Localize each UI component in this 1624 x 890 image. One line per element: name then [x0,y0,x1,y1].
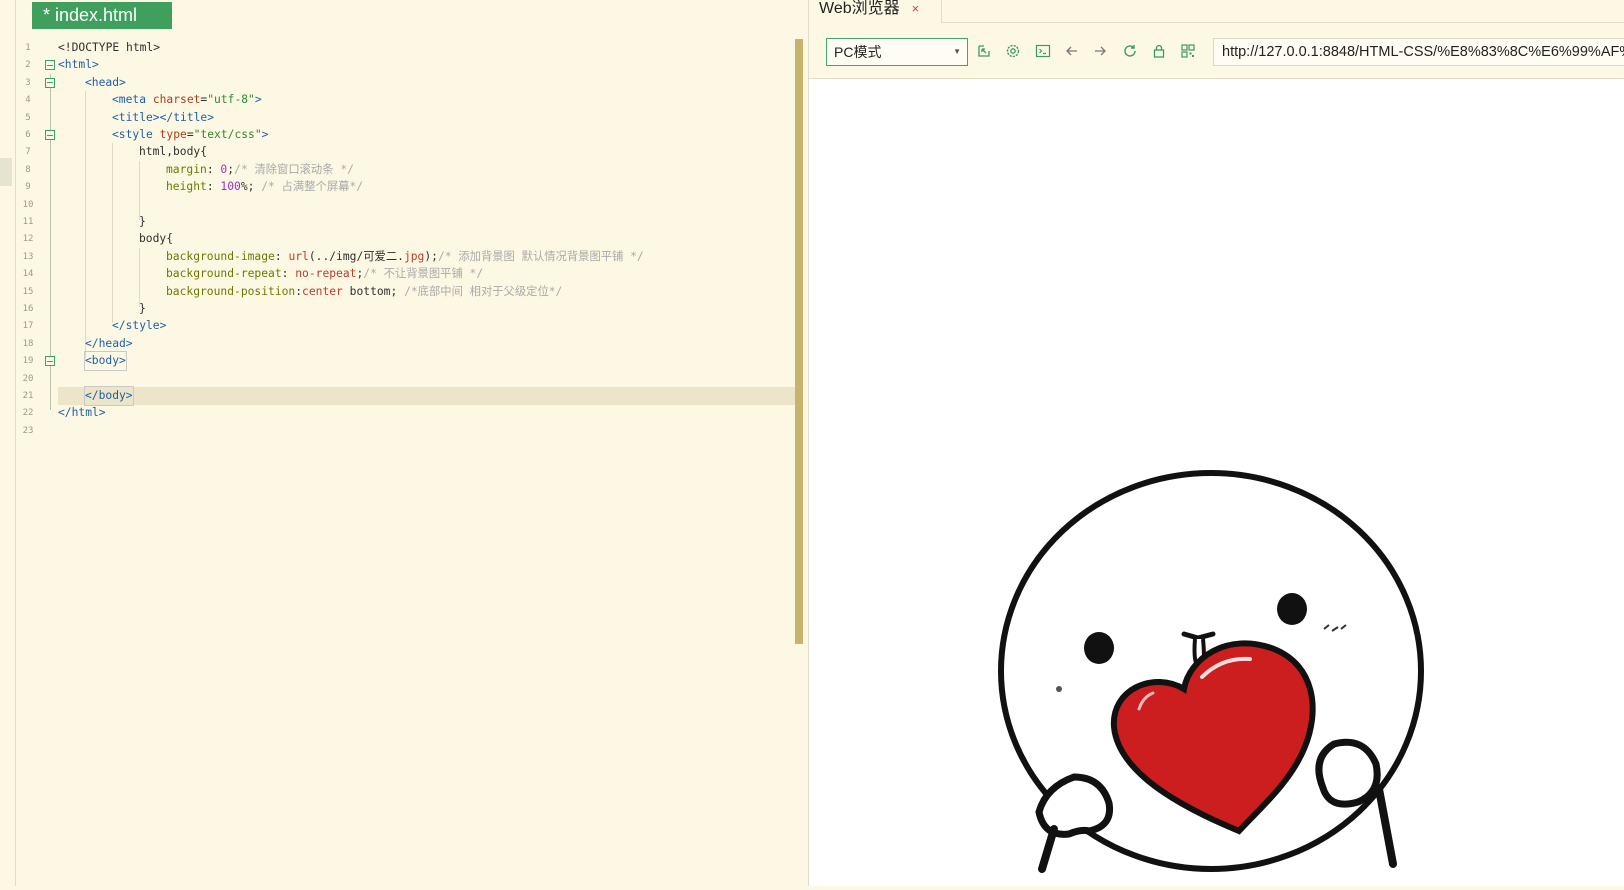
line-number: 12 [22,234,34,245]
line-number: 8 [25,164,31,175]
line-number: 16 [22,304,34,314]
code-text: background-image: url(../img/可爱二.jpg);/*… [166,249,644,263]
editor-pane: * index.html 1 <!DOCTYPE html> 2 <html> 3 <… [0,0,808,886]
line-number: 6 [25,130,31,140]
code-text: </style> [112,319,167,333]
current-line-highlight [58,387,798,405]
code-text: <style type="text/css"> [112,128,269,141]
lock-icon[interactable] [1149,41,1169,61]
code-line-active[interactable]: 21 </body> [0,386,800,406]
code-line[interactable]: 15 background-position:center bottom; /*底… [0,283,800,301]
code-text: <head> [85,75,126,89]
code-text: html,body{ [139,145,208,159]
settings-icon[interactable] [1003,41,1023,61]
code-line[interactable]: 11} [0,213,800,231]
code-text: background-repeat: no-repeat;/* 不让背景图平铺 … [166,267,484,281]
code-text: </html> [58,406,106,420]
refresh-icon[interactable] [1120,41,1140,61]
code-line[interactable]: 1 <!DOCTYPE html> [0,39,800,57]
line-number: 22 [22,408,34,419]
line-number: 19 [22,356,34,367]
page-viewport[interactable] [809,79,1624,886]
code-text: </body> [84,386,134,406]
line-number: 13 [22,251,34,262]
code-line[interactable]: 8 margin: 0;/* 清除窗口滚动条 */ [0,161,800,179]
forward-arrow-icon[interactable] [1090,41,1110,61]
file-tab[interactable]: * index.html [32,2,172,29]
line-number: 3 [25,77,31,88]
back-arrow-icon[interactable] [1062,41,1082,61]
code-text: margin: 0;/* 清除窗口滚动条 */ [166,162,354,176]
code-line[interactable]: 22 </html> [0,404,800,422]
code-line[interactable]: 20 [0,370,800,388]
line-number: 14 [22,269,34,280]
line-number: 10 [22,199,34,210]
code-text: </head> [85,336,133,350]
code-line[interactable]: 12 body{ [0,230,800,248]
mode-select[interactable]: PC模式 ▼ [826,38,968,66]
code-text: <title></title> [112,110,215,124]
line-number: 17 [22,321,34,332]
code-line[interactable]: 23 [0,422,800,440]
editor-scrollbar[interactable] [795,39,803,644]
code-line[interactable]: 5 <title></title> [0,109,800,127]
line-number: 2 [25,60,31,71]
code-line[interactable]: 17 </style> [0,317,800,335]
fold-toggle-icon[interactable] [45,77,55,88]
code-text: <meta charset="utf-8"> [112,93,262,107]
code-line[interactable]: 16} [0,300,800,318]
line-number: 23 [22,425,34,436]
code-text: <body> [84,351,127,372]
code-text: <!DOCTYPE html> [58,41,161,54]
code-text: body{ [139,232,174,246]
code-line[interactable]: 10 [0,196,800,214]
dropdown-caret-icon: ▼ [953,47,961,56]
code-line[interactable]: 9 height: 100%; /* 占满整个屏幕*/ [0,178,800,196]
fold-toggle-icon[interactable] [45,130,55,140]
code-text: <html> [58,58,99,72]
line-number: 15 [22,286,34,297]
tab-bar-line [941,22,1624,23]
line-number: 4 [25,95,31,106]
browser-tab-title: Web浏览器 [819,0,900,17]
line-number: 9 [25,182,31,193]
line-number: 11 [22,217,34,227]
code-text: height: 100%; /* 占满整个屏幕*/ [166,180,364,194]
code-text: } [139,215,146,228]
line-number: 21 [22,391,34,401]
cartoon-heart-illustration [998,470,1424,873]
code-line[interactable]: 2 <html> [0,56,800,74]
console-icon[interactable] [1033,41,1053,61]
line-number: 5 [25,112,31,123]
code-line[interactable]: 14 background-repeat: no-repeat;/* 不让背景图平… [0,265,800,283]
tab-separator [941,0,942,22]
code-text: } [139,302,146,315]
code-text: background-position:center bottom; /*底部中… [166,284,563,298]
address-bar[interactable]: http://127.0.0.1:8848/HTML-CSS/%E8%83%8C… [1213,38,1624,66]
fold-toggle-icon[interactable] [45,356,55,367]
mode-select-value: PC模式 [834,44,882,60]
line-number: 18 [22,338,34,349]
fold-toggle-icon[interactable] [45,60,55,71]
code-line[interactable]: 13 background-image: url(../img/可爱二.jpg);… [0,248,800,266]
close-icon[interactable]: × [912,1,920,16]
code-line[interactable]: 18 </head> [0,335,800,353]
web-browser-pane: Web浏览器 × PC模式 ▼ http://127.0.0.1:8848/HTM… [809,0,1624,886]
line-number: 20 [22,373,34,384]
background-image [959,409,1469,886]
open-external-icon[interactable] [974,41,994,61]
code-line[interactable]: 4 <meta charset="utf-8"> [0,91,800,109]
code-line[interactable]: 19 <body> [0,351,800,372]
line-number: 7 [25,147,31,158]
browser-tab[interactable]: Web浏览器 × [809,0,929,22]
code-line[interactable]: 3 <head> [0,74,800,92]
line-number: 1 [25,43,31,53]
qrcode-icon[interactable] [1178,41,1198,61]
code-line[interactable]: 6 <style type="text/css"> [0,126,800,144]
code-line[interactable]: 7 html,body{ [0,143,800,161]
